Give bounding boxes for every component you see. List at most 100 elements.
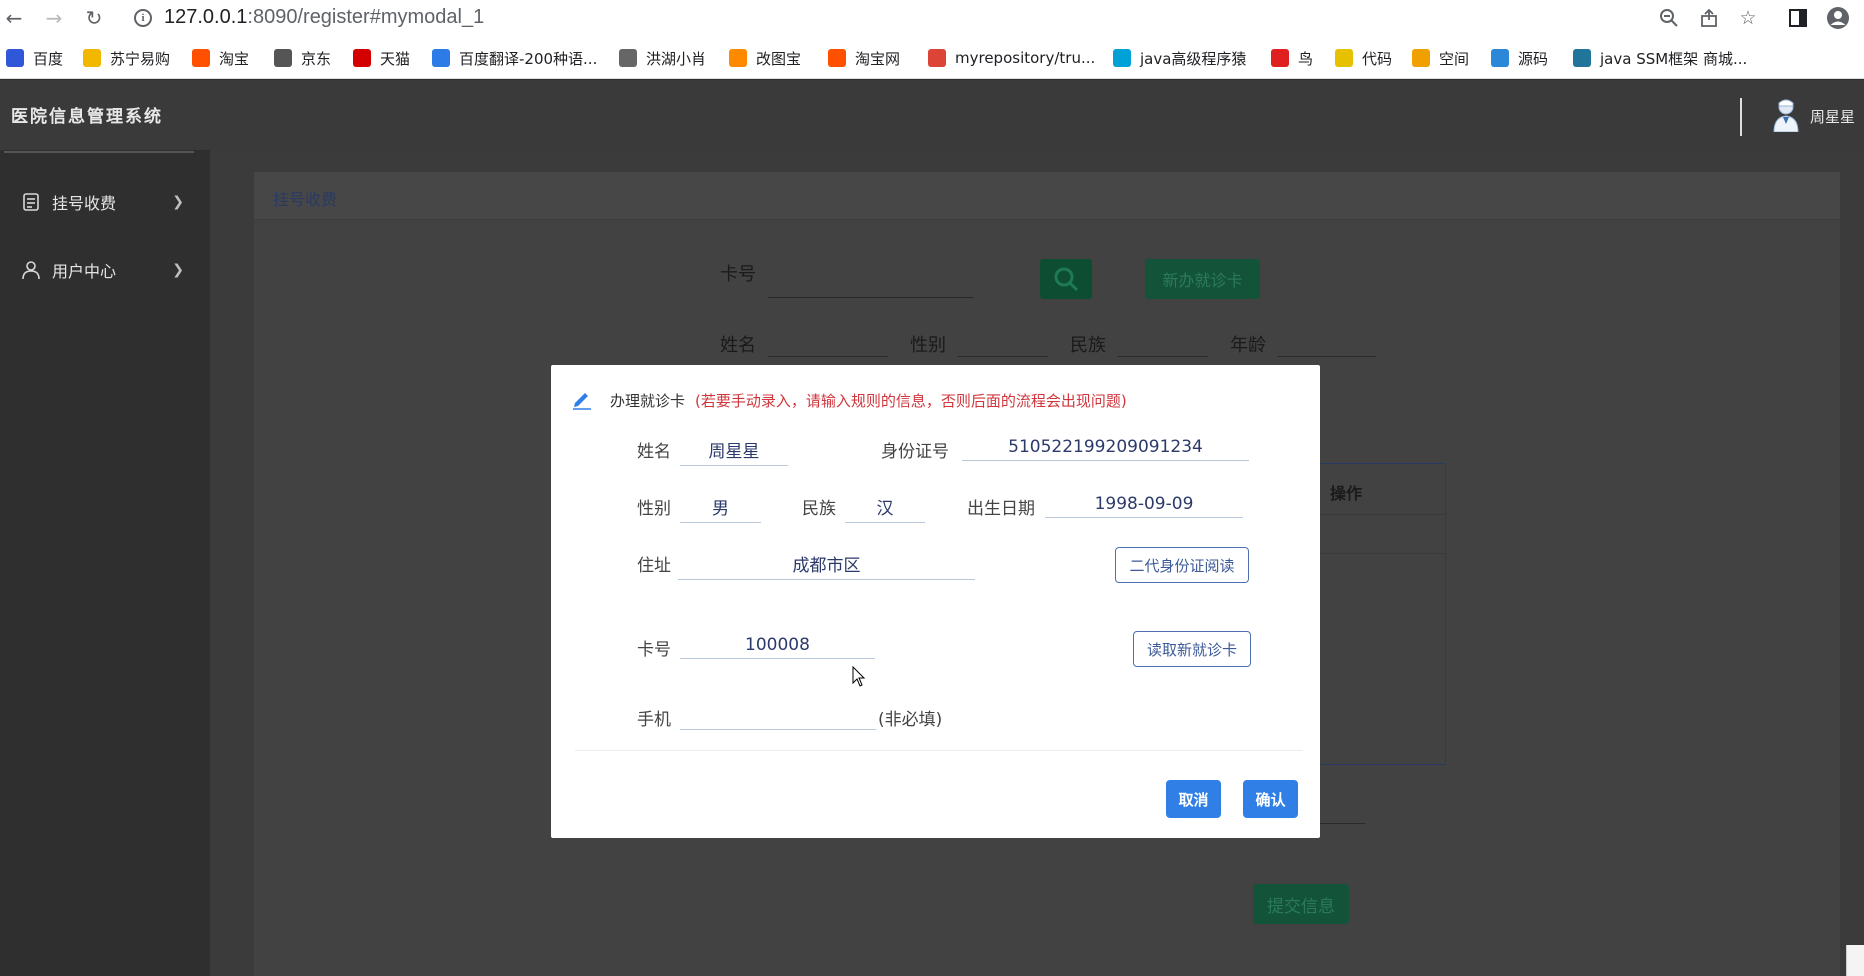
sidebar-divider: [4, 151, 194, 153]
bookmark-item[interactable]: java SSM框架 商城...: [1573, 46, 1747, 70]
app-header: [0, 80, 1864, 150]
bg-ethnicity-input[interactable]: [1118, 356, 1208, 357]
bookmark-item[interactable]: 代码: [1335, 46, 1392, 70]
bookmark-label: 百度: [33, 49, 64, 68]
ethnicity-label: 民族: [802, 499, 836, 519]
panel-title: 挂号收费: [273, 190, 338, 209]
bg-new-card-button[interactable]: 新办就诊卡: [1145, 259, 1260, 299]
bg-submit-button[interactable]: 提交信息: [1253, 884, 1349, 924]
url-host: 127.0.0.1: [164, 6, 248, 28]
bg-name-input[interactable]: [768, 356, 888, 357]
profile-icon[interactable]: [1825, 5, 1851, 31]
bookmark-item[interactable]: myrepository/tru...: [928, 46, 1095, 70]
gender-label: 性别: [637, 499, 671, 519]
bookmark-item[interactable]: 天猫: [353, 46, 410, 70]
modal-title: 办理就诊卡: [610, 392, 686, 410]
bg-card-input[interactable]: [768, 297, 974, 298]
bookmark-item[interactable]: 京东: [274, 46, 331, 70]
bg-ethnicity-label: 民族: [1070, 335, 1106, 356]
bookmark-item[interactable]: 空间: [1412, 46, 1469, 70]
confirm-button[interactable]: 确认: [1243, 780, 1298, 818]
bookmark-item[interactable]: 源码: [1491, 46, 1548, 70]
user-name[interactable]: 周星星: [1810, 106, 1855, 127]
taobao-web-icon: [828, 49, 846, 67]
sidebar-item-label: 用户中心: [52, 262, 117, 281]
share-icon[interactable]: [1696, 5, 1722, 31]
corner-widget: [1846, 945, 1864, 976]
qzone-icon: [1412, 49, 1430, 67]
bookmark-item[interactable]: 鸟: [1271, 46, 1313, 70]
chrome-icon: [928, 49, 946, 67]
doctor-avatar-icon[interactable]: [1773, 98, 1799, 133]
bookmark-label: 苏宁易购: [110, 49, 171, 68]
baidu-icon: [6, 49, 24, 67]
zoom-icon[interactable]: [1656, 5, 1682, 31]
register-fee-icon: [20, 191, 42, 213]
bookmark-star-icon[interactable]: ☆: [1735, 5, 1761, 31]
sidebar-item-user-center[interactable]: 用户中心 ❯: [20, 250, 190, 290]
chevron-right-icon: ❯: [172, 262, 184, 278]
bookmark-item[interactable]: 改图宝: [729, 46, 801, 70]
id-number-label: 身份证号: [881, 442, 949, 462]
bookmark-label: 空间: [1439, 49, 1470, 68]
card-number-label: 卡号: [637, 640, 671, 660]
bookmark-label: java高级程序猿: [1140, 49, 1247, 68]
phone-field[interactable]: [680, 705, 876, 730]
bg-age-label: 年龄: [1230, 335, 1266, 356]
bg-gender-input[interactable]: [958, 356, 1048, 357]
bg-search-button[interactable]: [1040, 259, 1092, 299]
pencil-icon: [571, 388, 593, 410]
bookmark-item[interactable]: java高级程序猿: [1113, 46, 1246, 70]
phone-label: 手机: [637, 710, 671, 730]
read-id-card-button[interactable]: 二代身份证阅读: [1115, 547, 1249, 583]
jd-icon: [274, 49, 292, 67]
bg-gender-label: 性别: [910, 335, 946, 356]
address-field[interactable]: 成都市区: [678, 551, 975, 580]
id-number-field[interactable]: 510522199209091234: [962, 437, 1249, 461]
bilibili-icon: [1113, 49, 1131, 67]
bookmark-item[interactable]: 淘宝网: [828, 46, 900, 70]
bg-age-input[interactable]: [1278, 356, 1376, 357]
bookmark-item[interactable]: 苏宁易购: [83, 46, 170, 70]
browser-toolbar: ← → ↻ i 127.0.0.1:8090/register#mymodal_…: [0, 0, 1864, 37]
bookmark-item[interactable]: 洪湖小肖: [619, 46, 706, 70]
site-info-icon[interactable]: i: [134, 9, 152, 27]
bookmark-item[interactable]: 百度: [6, 46, 63, 70]
name-field[interactable]: 周星星: [680, 437, 788, 466]
bookmark-label: 代码: [1362, 49, 1393, 68]
bg-table-header-op: 操作: [1330, 484, 1363, 503]
back-arrow-icon[interactable]: ←: [0, 4, 28, 32]
ethnicity-field[interactable]: 汉: [845, 494, 925, 523]
side-panel-icon[interactable]: [1785, 5, 1811, 31]
bookmark-label: 源码: [1518, 49, 1549, 68]
address-bar[interactable]: 127.0.0.1:8090/register#mymodal_1: [164, 6, 484, 29]
chevron-right-icon: ❯: [172, 194, 184, 210]
header-divider: [1740, 98, 1742, 136]
reload-icon[interactable]: ↻: [80, 4, 108, 32]
card-number-field[interactable]: 100008: [680, 635, 875, 659]
bookmark-label: 洪湖小肖: [646, 49, 707, 68]
issue-card-modal: [551, 365, 1320, 838]
name-label: 姓名: [637, 442, 671, 462]
bookmark-label: 改图宝: [756, 49, 802, 68]
red-bird-icon: [1271, 49, 1289, 67]
bookmark-item[interactable]: 百度翻译-200种语...: [432, 46, 597, 70]
wordpress-icon: [1573, 49, 1591, 67]
sidebar-item-register-fee[interactable]: 挂号收费 ❯: [20, 182, 190, 222]
bird-icon: [619, 49, 637, 67]
read-new-card-button[interactable]: 读取新就诊卡: [1133, 631, 1251, 667]
bg-name-label: 姓名: [720, 335, 756, 356]
bookmark-label: 鸟: [1298, 49, 1314, 68]
birth-date-field[interactable]: 1998-09-09: [1045, 494, 1243, 518]
forward-arrow-icon[interactable]: →: [40, 4, 68, 32]
gaitubao-icon: [729, 49, 747, 67]
taobao-icon: [192, 49, 210, 67]
baidu-translate-icon: [432, 49, 450, 67]
birth-date-label: 出生日期: [967, 499, 1035, 519]
bookmark-label: 百度翻译-200种语...: [459, 49, 598, 68]
mouse-cursor-icon: [852, 665, 866, 688]
gender-field[interactable]: 男: [680, 494, 761, 523]
cancel-button[interactable]: 取消: [1166, 780, 1221, 818]
bookmark-label: 天猫: [380, 49, 411, 68]
bookmark-item[interactable]: 淘宝: [192, 46, 249, 70]
